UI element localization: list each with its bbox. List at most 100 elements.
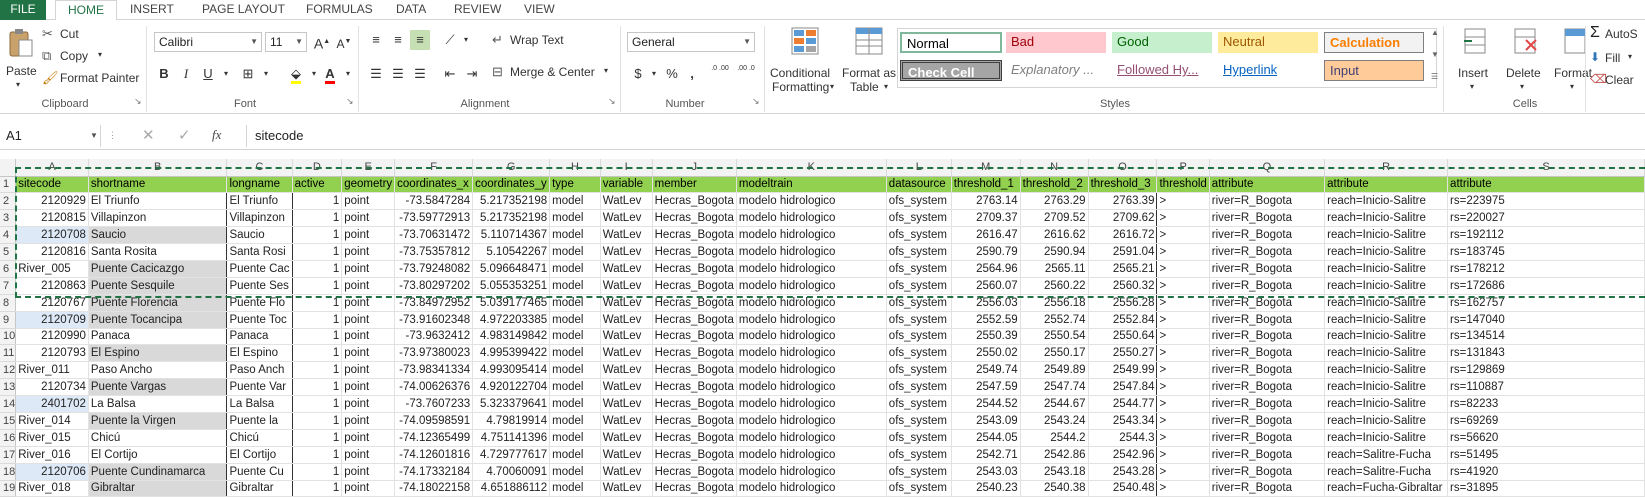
cell[interactable]: reach=Inicio-Salitre: [1324, 344, 1449, 363]
cell[interactable]: 2543.34: [1087, 412, 1158, 430]
row-header[interactable]: 13: [0, 378, 17, 397]
cell[interactable]: Hecras_Bogota: [652, 277, 737, 295]
cell[interactable]: River_014: [15, 412, 89, 430]
cell[interactable]: >: [1156, 226, 1210, 245]
cell[interactable]: rs=134514: [1447, 328, 1645, 346]
header-cell[interactable]: variable: [600, 176, 653, 194]
cell[interactable]: 5.055353251: [472, 277, 551, 295]
cell[interactable]: 1: [292, 243, 343, 261]
delete-cells-button[interactable]: Delete ▾: [1500, 26, 1550, 96]
autosum-button[interactable]: Σ AutoS: [1590, 24, 1645, 44]
cell[interactable]: 2120863: [15, 277, 89, 295]
cell[interactable]: river=R_Bogota: [1209, 192, 1326, 211]
align-bottom-icon[interactable]: ≡: [410, 30, 430, 50]
cell[interactable]: 1: [292, 260, 343, 278]
cell[interactable]: 2556.03: [951, 294, 1021, 312]
cell[interactable]: model: [549, 378, 601, 397]
cell[interactable]: river=R_Bogota: [1209, 209, 1326, 228]
cell[interactable]: 2550.64: [1087, 328, 1158, 346]
column-header-g[interactable]: G: [472, 159, 551, 177]
cell[interactable]: 2616.72: [1087, 226, 1158, 245]
cell[interactable]: reach=Inicio-Salitre: [1324, 429, 1449, 447]
enter-icon[interactable]: ✓: [178, 126, 191, 144]
column-header-q[interactable]: Q: [1209, 159, 1326, 177]
cell[interactable]: rs=131843: [1447, 344, 1645, 363]
cell[interactable]: rs=82233: [1447, 395, 1645, 413]
cell[interactable]: 2547.84: [1087, 378, 1158, 397]
dialog-launcher-icon[interactable]: ↘: [752, 96, 760, 107]
cell[interactable]: point: [341, 294, 396, 312]
header-cell[interactable]: longname: [226, 176, 293, 194]
cell[interactable]: -73.70631472: [394, 226, 474, 245]
cell[interactable]: rs=69269: [1447, 412, 1645, 430]
font-size-dropdown[interactable]: 11 ▼: [265, 32, 307, 52]
cell[interactable]: point: [341, 480, 396, 498]
row-header[interactable]: 19: [0, 480, 17, 498]
cell[interactable]: point: [341, 395, 396, 413]
cell[interactable]: WatLev: [600, 480, 653, 498]
cell[interactable]: rs=129869: [1447, 361, 1645, 380]
chevron-down-icon[interactable]: ▾: [456, 30, 476, 50]
cell[interactable]: 4.995399422: [472, 344, 551, 363]
cell[interactable]: river=R_Bogota: [1209, 463, 1326, 481]
cell[interactable]: WatLev: [600, 311, 653, 329]
cell[interactable]: -73.59772913: [394, 209, 474, 228]
format-painter-button[interactable]: 🖌 Format Painter: [42, 70, 142, 88]
style-neutral[interactable]: Neutral: [1218, 32, 1318, 53]
cell[interactable]: rs=147040: [1447, 311, 1645, 329]
column-header-h[interactable]: H: [549, 159, 601, 177]
column-header-n[interactable]: N: [1020, 159, 1089, 177]
cell[interactable]: river=R_Bogota: [1209, 277, 1326, 295]
cell[interactable]: 2543.28: [1087, 463, 1158, 481]
cut-button[interactable]: ✂ Cut: [42, 26, 102, 44]
row-header[interactable]: 17: [0, 446, 17, 464]
cell[interactable]: rs=31895: [1447, 480, 1645, 498]
cell[interactable]: modelo hidrologico: [736, 192, 887, 211]
cell[interactable]: model: [549, 328, 601, 346]
cell[interactable]: 2120990: [15, 328, 89, 346]
gallery-more-icon[interactable]: ☰: [1431, 72, 1438, 81]
cell[interactable]: >: [1156, 294, 1210, 312]
cell[interactable]: reach=Salitre-Fucha: [1324, 446, 1449, 464]
row-header[interactable]: 6: [0, 260, 17, 278]
tab-data[interactable]: DATA: [394, 0, 428, 20]
cell[interactable]: 2556.28: [1087, 294, 1158, 312]
cell[interactable]: -73.5847284: [394, 192, 474, 211]
cell[interactable]: 2550.02: [951, 344, 1021, 363]
cell[interactable]: >: [1156, 429, 1210, 447]
cell[interactable]: Paso Anch: [226, 361, 293, 380]
cell[interactable]: Puente Florencia: [87, 294, 228, 312]
cell[interactable]: >: [1156, 344, 1210, 363]
cancel-icon[interactable]: ✕: [142, 126, 155, 144]
cell[interactable]: 1: [292, 378, 343, 397]
cell[interactable]: 1: [292, 311, 343, 329]
column-header-p[interactable]: P: [1156, 159, 1210, 177]
cell[interactable]: Hecras_Bogota: [652, 226, 737, 245]
cell[interactable]: ofs_system: [886, 463, 952, 481]
cell[interactable]: Chicú: [87, 429, 228, 447]
cell[interactable]: 4.751141396: [472, 429, 551, 447]
tab-page-layout[interactable]: PAGE LAYOUT: [200, 0, 287, 20]
cell[interactable]: 1: [292, 395, 343, 413]
column-header-e[interactable]: E: [341, 159, 396, 177]
header-cell[interactable]: threshold: [1156, 176, 1210, 194]
chevron-down-icon[interactable]: ▼: [90, 131, 98, 140]
cell[interactable]: 1: [292, 294, 343, 312]
cell[interactable]: Saucio: [226, 226, 293, 245]
cell[interactable]: point: [341, 277, 396, 295]
cell[interactable]: rs=51495: [1447, 446, 1645, 464]
style-input[interactable]: Input: [1324, 60, 1424, 81]
cell[interactable]: Hecras_Bogota: [652, 344, 737, 363]
cell[interactable]: river=R_Bogota: [1209, 243, 1326, 261]
font-color-icon[interactable]: A: [320, 64, 340, 84]
column-header-o[interactable]: O: [1088, 159, 1158, 177]
cell[interactable]: point: [341, 226, 396, 245]
cell[interactable]: ofs_system: [886, 412, 952, 430]
cell[interactable]: >: [1156, 209, 1210, 228]
cell[interactable]: 2565.21: [1087, 260, 1158, 278]
cell[interactable]: WatLev: [600, 260, 653, 278]
cell[interactable]: modelo hidrologico: [736, 446, 887, 464]
cell[interactable]: Panaca: [87, 328, 228, 346]
cell[interactable]: ofs_system: [886, 480, 952, 498]
cell[interactable]: 2552.59: [951, 311, 1021, 329]
